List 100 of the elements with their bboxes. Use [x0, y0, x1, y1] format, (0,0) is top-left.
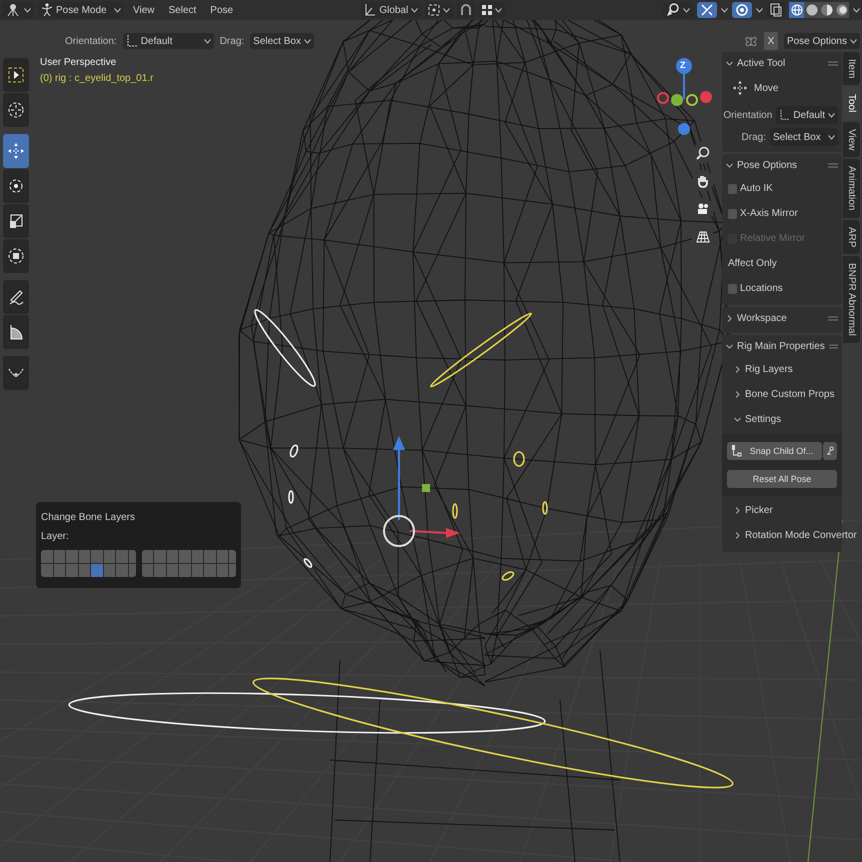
- layer-toggle[interactable]: [216, 550, 228, 563]
- orientation-dropdown[interactable]: Global: [361, 2, 422, 18]
- checkbox[interactable]: [728, 284, 737, 294]
- shading-mode-button[interactable]: [789, 2, 804, 18]
- layer-toggle[interactable]: [78, 550, 90, 563]
- layer-toggle[interactable]: [104, 550, 115, 563]
- checkbox[interactable]: [728, 184, 737, 194]
- tool-button[interactable]: [3, 204, 29, 238]
- layer-toggle[interactable]: [54, 550, 65, 563]
- bone-shape[interactable]: [502, 571, 514, 581]
- bone-shape[interactable]: [513, 451, 525, 467]
- chevron-icon[interactable]: [734, 391, 741, 398]
- mirror-axis-toggle[interactable]: X: [764, 32, 778, 50]
- shading-mode-button[interactable]: [819, 2, 834, 18]
- snap-target-dropdown[interactable]: [479, 2, 506, 18]
- chevron-icon[interactable]: [734, 532, 741, 539]
- drag-handle-icon[interactable]: [828, 316, 838, 320]
- layer-toggle[interactable]: [116, 550, 128, 563]
- chevron-icon[interactable]: [726, 342, 733, 350]
- pose-options-dropdown[interactable]: Pose Options: [784, 33, 860, 49]
- drag-handle-icon[interactable]: [828, 60, 838, 66]
- navigation-gizmo-drawing[interactable]: [657, 58, 712, 135]
- layer-toggle[interactable]: [142, 564, 153, 577]
- layer-toggle[interactable]: [41, 550, 52, 563]
- layer-toggle[interactable]: [216, 564, 228, 577]
- overlays-toggle[interactable]: [732, 2, 752, 18]
- sidebar-tab[interactable]: ARP: [843, 220, 860, 254]
- orientation-dropdown[interactable]: Default: [122, 33, 214, 49]
- checkbox-option[interactable]: X-Axis Mirror: [722, 201, 842, 226]
- chevron-icon[interactable]: [734, 366, 741, 373]
- shading-mode-button[interactable]: [804, 2, 819, 18]
- chevron-icon[interactable]: [734, 507, 741, 514]
- transform-gizmo-drawing[interactable]: [383, 436, 460, 547]
- panel-header[interactable]: Workspace: [737, 312, 824, 324]
- layer-toggle[interactable]: [78, 564, 90, 577]
- snap-button[interactable]: [457, 2, 476, 18]
- drag-handle-icon[interactable]: [828, 162, 838, 168]
- drag-handle-icon[interactable]: [828, 344, 838, 348]
- layer-toggle[interactable]: [142, 550, 153, 563]
- panel-header[interactable]: Rig Main Properties: [737, 340, 825, 352]
- menu-item[interactable]: Select: [164, 4, 202, 16]
- orientation-dropdown[interactable]: Default: [776, 106, 838, 124]
- panel-header[interactable]: Pose Options: [737, 160, 824, 170]
- chevron-icon[interactable]: [726, 314, 733, 322]
- layer-toggle[interactable]: [166, 550, 178, 563]
- gizmo-toggle[interactable]: [697, 2, 717, 18]
- tool-button[interactable]: [3, 315, 29, 349]
- layer-toggle[interactable]: [166, 564, 178, 577]
- layer-toggle[interactable]: [91, 550, 102, 563]
- xray-toggle[interactable]: [767, 2, 785, 18]
- chevron-icon[interactable]: [726, 60, 733, 66]
- tool-button[interactable]: [3, 169, 29, 203]
- visibility-dropdown[interactable]: [663, 2, 693, 18]
- subpanel-header[interactable]: Settings: [745, 414, 838, 425]
- layer-toggle[interactable]: [192, 550, 203, 563]
- layer-toggle[interactable]: [104, 564, 115, 577]
- sidebar-tab[interactable]: Animation: [843, 159, 860, 218]
- reset-pose-button[interactable]: Reset All Pose: [727, 470, 837, 488]
- layer-toggle[interactable]: [54, 564, 65, 577]
- layer-toggle[interactable]: [204, 550, 216, 563]
- tool-button[interactable]: [3, 58, 29, 92]
- sidebar-tab[interactable]: BNPR Abnormal: [843, 256, 860, 344]
- editor-type-button[interactable]: [2, 2, 34, 18]
- layer-toggle[interactable]: [154, 550, 166, 563]
- checkbox-option[interactable]: Locations: [722, 276, 842, 301]
- chevron-icon[interactable]: [734, 416, 741, 423]
- chevron-icon[interactable]: [726, 162, 733, 168]
- bone-shape[interactable]: [542, 501, 548, 515]
- layer-toggle[interactable]: [179, 550, 190, 563]
- snap-child-button[interactable]: Snap Child Of...: [727, 442, 822, 460]
- tool-button[interactable]: [3, 239, 29, 273]
- checkbox[interactable]: [728, 208, 737, 218]
- panel-header[interactable]: Active Tool: [737, 58, 824, 68]
- layer-toggle[interactable]: [154, 564, 166, 577]
- bone-shape[interactable]: [452, 503, 458, 519]
- drag-dropdown[interactable]: Select Box: [770, 128, 838, 146]
- subpanel-header[interactable]: Picker: [745, 505, 838, 516]
- mode-dropdown[interactable]: Pose Mode: [38, 2, 124, 18]
- layer-toggle[interactable]: [91, 564, 102, 577]
- menu-item[interactable]: View: [128, 4, 160, 16]
- subpanel-header[interactable]: Bone Custom Props: [745, 389, 838, 400]
- layer-toggle[interactable]: [66, 564, 78, 577]
- pivot-dropdown[interactable]: [425, 2, 454, 18]
- bone-shape[interactable]: [430, 312, 532, 388]
- layer-toggle[interactable]: [41, 564, 52, 577]
- sidebar-tab[interactable]: View: [843, 122, 860, 158]
- drag-dropdown[interactable]: Select Box: [250, 33, 314, 49]
- shading-mode-button[interactable]: [834, 2, 849, 18]
- layer-toggle[interactable]: [116, 564, 128, 577]
- menu-item[interactable]: Pose: [205, 4, 238, 16]
- layer-toggle[interactable]: [66, 550, 78, 563]
- tool-button[interactable]: [3, 356, 29, 390]
- sidebar-tab[interactable]: Item: [843, 52, 860, 86]
- tool-button[interactable]: [3, 93, 29, 127]
- layer-toggle[interactable]: [204, 564, 216, 577]
- layer-toggle[interactable]: [192, 564, 203, 577]
- subpanel-header[interactable]: Rotation Mode Convertor: [745, 530, 857, 541]
- bone-shape[interactable]: [252, 678, 734, 788]
- subpanel-header[interactable]: Rig Layers: [745, 364, 838, 375]
- tool-button[interactable]: [3, 280, 29, 314]
